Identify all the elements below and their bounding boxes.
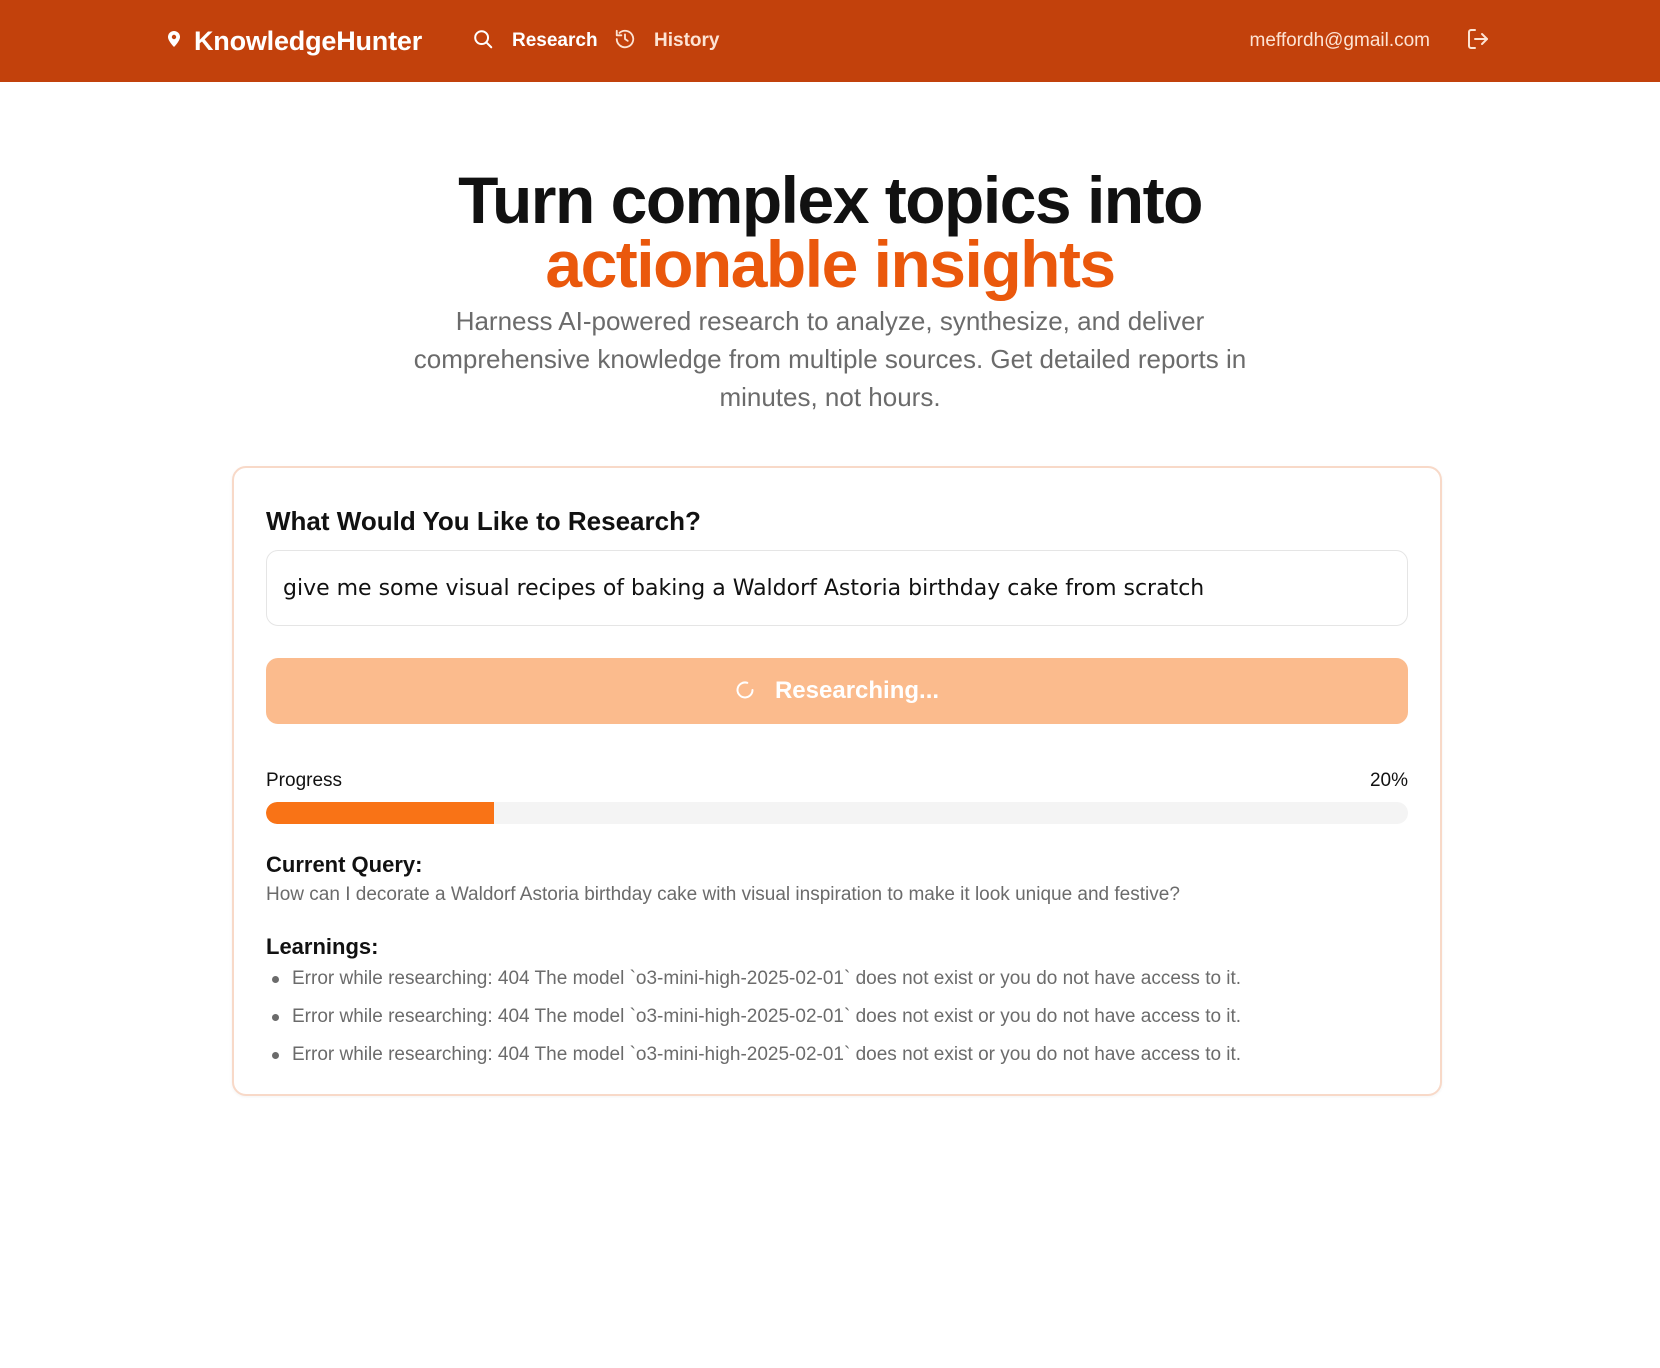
top-navbar: KnowledgeHunter Research History mefford… bbox=[0, 0, 1660, 82]
history-icon bbox=[614, 28, 636, 55]
hero-title: Turn complex topics into actionable insi… bbox=[0, 163, 1660, 301]
learnings-heading: Learnings: bbox=[266, 934, 379, 959]
hero: Turn complex topics into actionable insi… bbox=[0, 163, 1660, 416]
progress-bar bbox=[266, 802, 1408, 824]
hero-title-highlight: actionable insights bbox=[545, 227, 1116, 301]
loading-spinner-icon bbox=[735, 680, 755, 703]
logout-icon[interactable] bbox=[1466, 27, 1492, 53]
learning-item: Error while researching: 404 The model `… bbox=[272, 960, 1402, 998]
learnings-list: Error while researching: 404 The model `… bbox=[272, 960, 1402, 1074]
nav-research-label: Research bbox=[512, 30, 598, 51]
user-email: meffordh@gmail.com bbox=[1249, 30, 1431, 51]
current-query-text: How can I decorate a Waldorf Astoria bir… bbox=[266, 884, 1180, 905]
learning-item: Error while researching: 404 The model `… bbox=[272, 998, 1402, 1036]
current-query-heading: Current Query: bbox=[266, 852, 423, 877]
hero-subtitle: Harness AI-powered research to analyze, … bbox=[413, 306, 1247, 412]
research-query-input[interactable] bbox=[266, 550, 1408, 626]
logo-pin-icon bbox=[166, 30, 182, 53]
research-button-label: Researching... bbox=[774, 677, 940, 704]
progress-label: Progress bbox=[266, 770, 343, 791]
learning-item: Error while researching: 404 The model `… bbox=[272, 1036, 1402, 1074]
research-card-title: What Would You Like to Research? bbox=[266, 506, 701, 536]
progress-percentage: 20% bbox=[1369, 770, 1408, 791]
research-card: What Would You Like to Research? Researc… bbox=[232, 466, 1442, 1096]
research-button[interactable]: Researching... bbox=[266, 658, 1408, 724]
search-icon bbox=[472, 28, 494, 55]
hero-title-line1: Turn complex topics into bbox=[458, 163, 1203, 237]
brand[interactable]: KnowledgeHunter bbox=[166, 0, 422, 82]
brand-name: KnowledgeHunter bbox=[194, 25, 423, 56]
nav-research[interactable]: Research bbox=[472, 0, 598, 82]
progress-bar-fill bbox=[266, 802, 495, 824]
nav-history-label: History bbox=[654, 30, 720, 51]
nav-history[interactable]: History bbox=[614, 0, 719, 82]
